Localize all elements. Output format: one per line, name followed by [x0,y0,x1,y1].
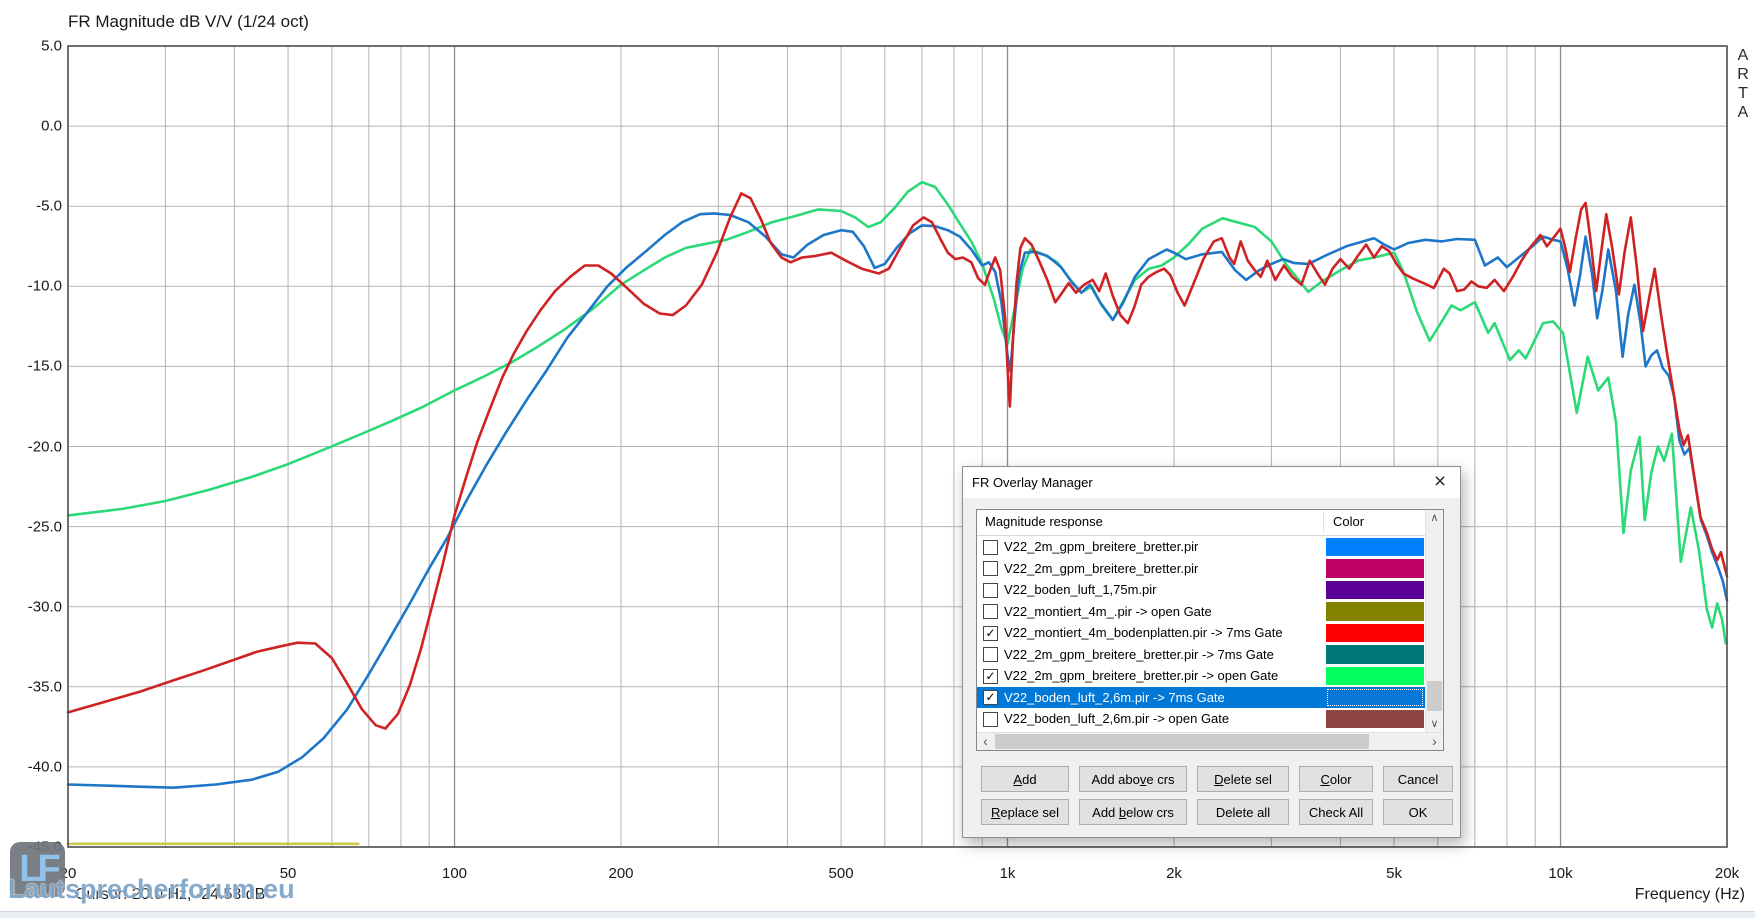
row-color-swatch[interactable] [1326,645,1424,664]
y-tick-label: -5.0 [2,198,62,215]
overlay-rows: V22_2m_gpm_breitere_bretter.pir V22_2m_g… [977,536,1426,730]
overlay-list[interactable]: Magnitude response Color V22_2m_gpm_brei… [976,509,1444,751]
x-tick-label: 100 [442,865,467,882]
fr-magnitude-plot[interactable] [0,0,1755,918]
button-cancel[interactable]: Cancel [1383,766,1453,792]
row-checkbox[interactable]: ✓ [983,690,998,705]
column-header-color[interactable]: Color [1333,514,1364,529]
dialog-titlebar[interactable]: FR Overlay Manager × [963,467,1460,498]
button-add-above-crs[interactable]: Add above crs [1079,766,1187,792]
scroll-right-icon[interactable]: › [1426,733,1443,750]
row-color-swatch[interactable] [1326,710,1424,729]
fr-overlay-manager-dialog: FR Overlay Manager × Magnitude response … [962,466,1461,838]
plot-title: FR Magnitude dB V/V (1/24 oct) [68,12,309,32]
x-tick-label: 5k [1386,865,1402,882]
brand-letter: A [1735,46,1751,65]
row-color-swatch[interactable] [1326,559,1424,578]
list-item[interactable]: V22_2m_gpm_breitere_bretter.pir [977,558,1426,580]
row-color-swatch[interactable] [1326,624,1424,643]
column-divider[interactable] [1323,512,1324,533]
button-color[interactable]: Color [1299,766,1373,792]
row-label: V22_montiert_4m_bodenplatten.pir -> 7ms … [1004,625,1283,640]
button-ok[interactable]: OK [1383,799,1453,825]
x-tick-label: 200 [608,865,633,882]
y-tick-label: -15.0 [2,358,62,375]
row-label: V22_2m_gpm_breitere_bretter.pir [1004,561,1198,576]
y-tick-label: 0.0 [2,118,62,135]
vertical-scrollbar[interactable]: ∧ ∨ [1425,510,1443,733]
vertical-scroll-thumb[interactable] [1427,681,1442,711]
row-label: V22_montiert_4m_.pir -> open Gate [1004,604,1212,619]
horizontal-scrollbar[interactable]: ‹ › [977,732,1443,750]
y-tick-label: -30.0 [2,598,62,615]
row-label: V22_boden_luft_2,6m.pir -> 7ms Gate [1004,690,1225,705]
list-item[interactable]: V22_2m_gpm_breitere_bretter.pir -> 7ms G… [977,644,1426,666]
row-checkbox[interactable] [983,583,998,598]
row-checkbox[interactable]: ✓ [983,669,998,684]
button-check-all[interactable]: Check All [1299,799,1373,825]
y-tick-label: -25.0 [2,518,62,535]
list-item[interactable]: V22_montiert_4m_.pir -> open Gate [977,601,1426,623]
list-item[interactable]: ✓ V22_2m_gpm_breitere_bretter.pir -> ope… [977,665,1426,687]
x-tick-label: 20k [1715,865,1739,882]
y-tick-label: -35.0 [2,678,62,695]
brand-letter: A [1735,103,1751,122]
row-color-swatch[interactable] [1326,602,1424,621]
scroll-up-icon[interactable]: ∧ [1426,510,1443,527]
dialog-title: FR Overlay Manager [972,475,1093,490]
x-tick-label: 500 [829,865,854,882]
y-tick-label: -40.0 [2,758,62,775]
y-tick-label: -10.0 [2,278,62,295]
row-label: V22_2m_gpm_breitere_bretter.pir -> open … [1004,668,1278,683]
x-tick-label: 2k [1166,865,1182,882]
list-item[interactable]: V22_boden_luft_1,75m.pir [977,579,1426,601]
row-label: V22_boden_luft_2,6m.pir -> open Gate [1004,711,1229,726]
button-replace-sel[interactable]: Replace sel [981,799,1069,825]
row-checkbox[interactable] [983,712,998,727]
brand-letter: T [1735,84,1751,103]
watermark-text: Lautsprecherforum.eu [8,874,295,905]
row-color-swatch[interactable] [1326,538,1424,557]
close-icon[interactable]: × [1422,469,1458,495]
y-tick-label: -20.0 [2,438,62,455]
row-color-swatch[interactable] [1326,667,1424,686]
x-tick-label: 10k [1548,865,1572,882]
curve-v22-boden-luft-2-6m-pir-7ms-gate [68,213,1727,787]
arta-brand-vertical: ARTA [1735,46,1751,122]
x-axis-label: Frequency (Hz) [1635,886,1745,904]
x-tick-label: 1k [1000,865,1016,882]
row-color-swatch[interactable] [1326,688,1424,707]
button-add[interactable]: Add [981,766,1069,792]
button-delete-sel[interactable]: Delete sel [1197,766,1289,792]
row-label: V22_boden_luft_1,75m.pir [1004,582,1157,597]
row-label: V22_2m_gpm_breitere_bretter.pir [1004,539,1198,554]
list-item[interactable]: V22_2m_gpm_breitere_bretter.pir [977,536,1426,558]
button-add-below-crs[interactable]: Add below crs [1079,799,1187,825]
scroll-left-icon[interactable]: ‹ [977,733,994,750]
row-checkbox[interactable] [983,540,998,555]
list-item[interactable]: ✓ V22_montiert_4m_bodenplatten.pir -> 7m… [977,622,1426,644]
list-item[interactable]: V22_boden_luft_2,6m.pir -> open Gate [977,708,1426,730]
row-checkbox[interactable] [983,561,998,576]
list-item[interactable]: ✓ V22_boden_luft_2,6m.pir -> 7ms Gate [977,687,1426,709]
list-header[interactable]: Magnitude response Color [977,510,1426,536]
row-checkbox[interactable] [983,647,998,662]
horizontal-scroll-thumb[interactable] [995,734,1369,749]
scroll-down-icon[interactable]: ∨ [1426,716,1443,733]
arta-window: FR Magnitude dB V/V (1/24 oct) ARTA 5.0 0… [0,0,1755,918]
row-checkbox[interactable] [983,604,998,619]
brand-letter: R [1735,65,1751,84]
row-checkbox[interactable]: ✓ [983,626,998,641]
curve-v22-montiert-4m-bodenplatten-pir-7ms-gate [68,193,1727,728]
column-header-magnitude[interactable]: Magnitude response [985,514,1103,529]
page-background-strip [0,911,1755,918]
y-tick-label: 5.0 [2,38,62,55]
row-color-swatch[interactable] [1326,581,1424,600]
button-delete-all[interactable]: Delete all [1197,799,1289,825]
row-label: V22_2m_gpm_breitere_bretter.pir -> 7ms G… [1004,647,1274,662]
